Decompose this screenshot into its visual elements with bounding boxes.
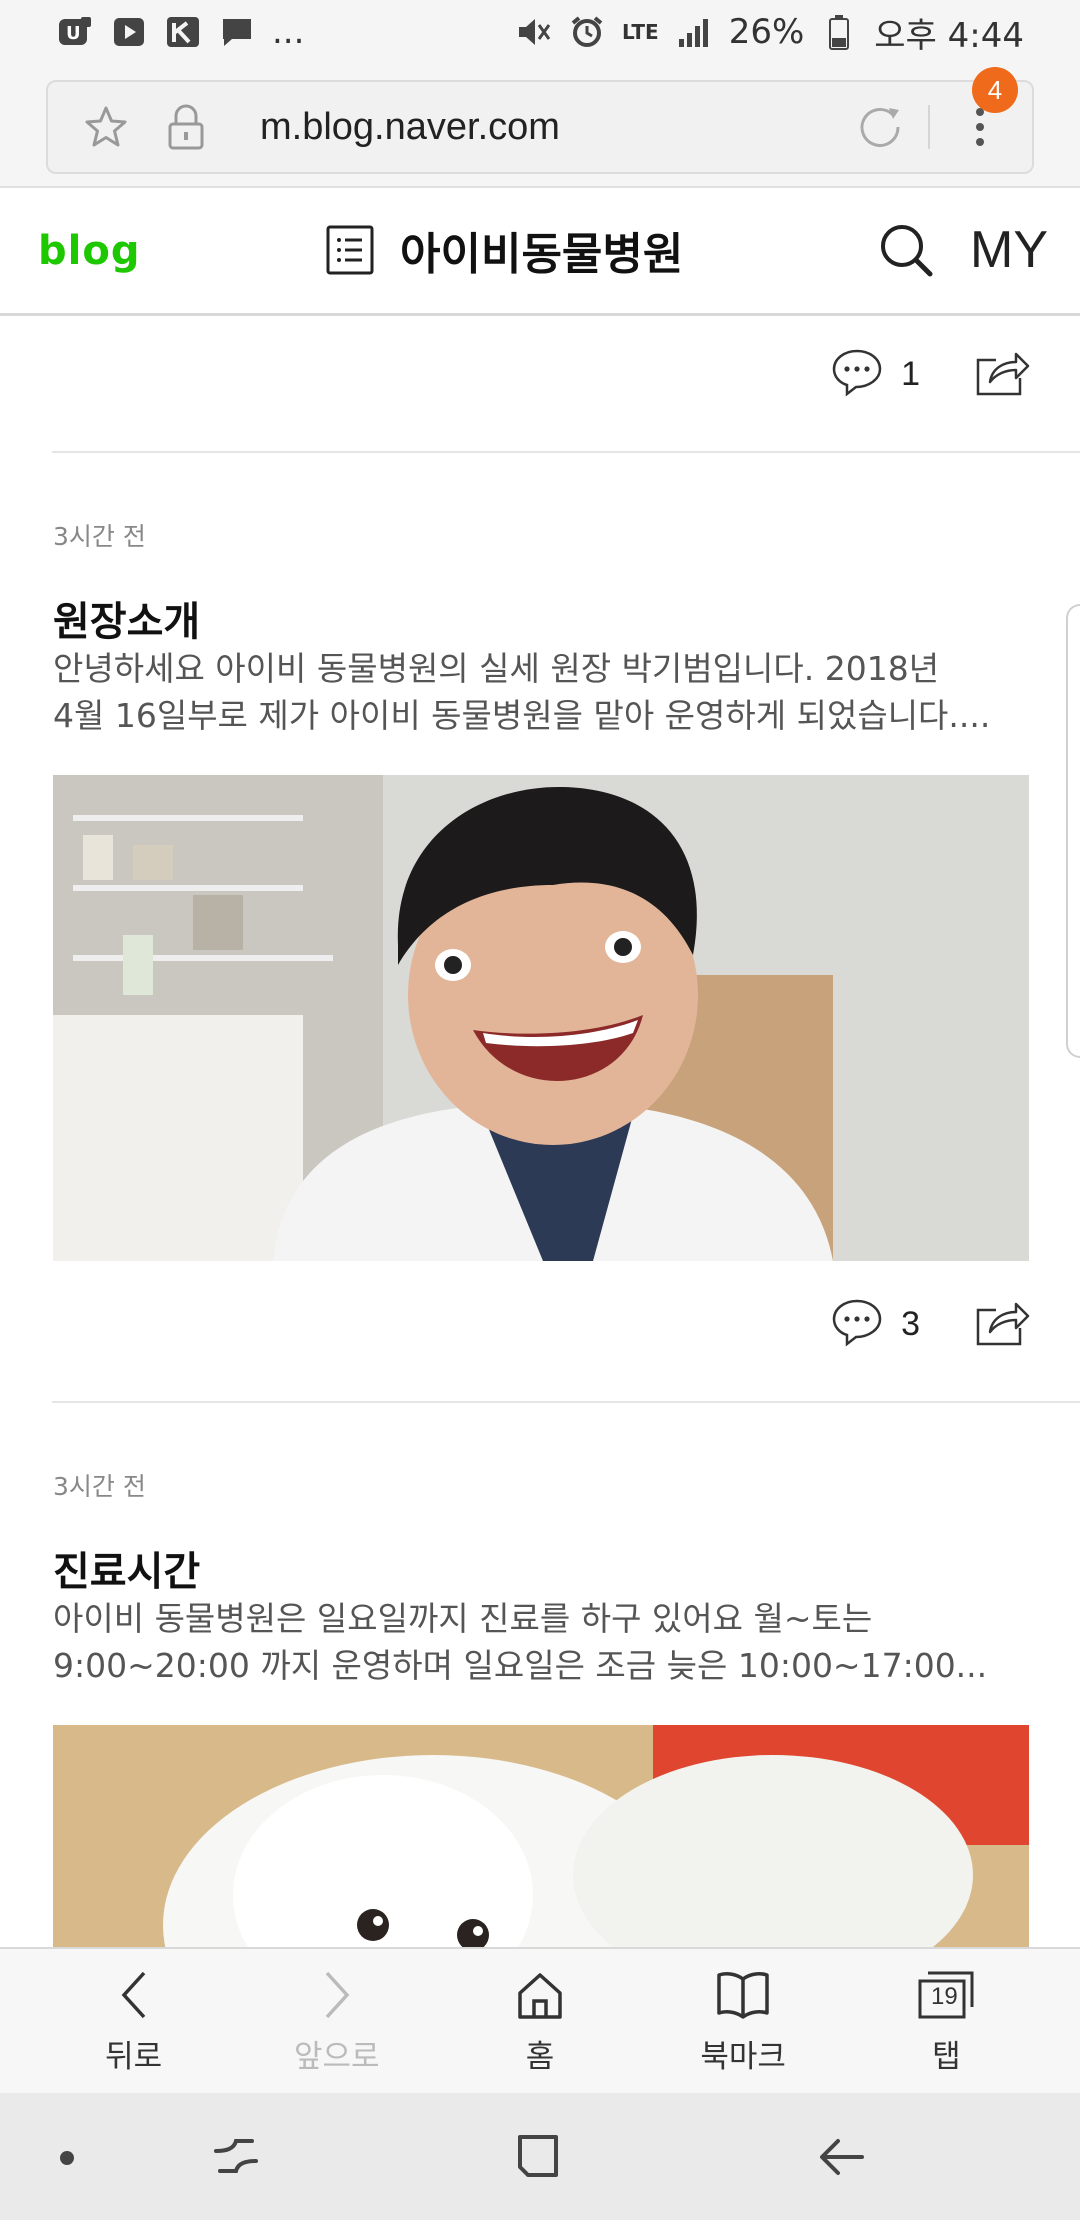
back-label: 뒤로 [105,2038,163,2075]
lock-icon[interactable] [156,97,216,157]
post-title[interactable]: 진료시간 [53,1539,200,1597]
my-button[interactable]: MY [970,220,1048,280]
browser-bottom-toolbar: 뒤로 앞으로 홈 북마크 19 탭 [0,1947,1080,2093]
post-excerpt-line: 아이비 동물병원은 일요일까지 진료를 하구 있어요 월~토는 [53,1599,873,1638]
share-icon[interactable] [974,346,1030,402]
home-icon [514,1967,566,2023]
forward-button[interactable]: 앞으로 [252,1967,422,2076]
scroll-handle[interactable] [1066,604,1080,1058]
status-right: LTE 26% 오후 4:44 [514,8,1024,57]
mute-icon [514,13,552,51]
chevron-right-icon [317,1967,357,2023]
notification-badge: 4 [972,67,1018,113]
post-thumbnail-photo[interactable] [53,775,1029,1261]
youtube-icon [110,13,148,51]
reload-icon[interactable] [850,97,910,157]
comment-button[interactable]: 3 [831,1297,920,1351]
post-excerpt[interactable]: 안녕하세요 아이비 동물병원의 실세 원장 박기범입니다. 2018년 4월 1… [53,645,1033,739]
home-button[interactable]: 홈 [455,1967,625,2076]
system-nav-bar [0,2093,1080,2220]
uplus-icon: U [56,13,94,51]
blog-title[interactable]: 아이비동물병원 [400,218,683,282]
signal-icon [675,13,713,51]
url-text[interactable]: m.blog.naver.com [260,106,850,149]
comment-count: 3 [901,1304,920,1343]
comment-icon[interactable] [831,1297,883,1351]
status-left: U ... [56,12,304,52]
svg-text:U: U [66,23,81,44]
search-icon[interactable] [878,222,934,278]
comment-count: 1 [901,354,920,393]
message-icon [218,13,256,51]
star-icon[interactable] [76,97,136,157]
nav-dot-icon[interactable] [60,2151,74,2165]
battery-icon [820,13,858,51]
tab-count: 19 [930,1982,958,2010]
home-label: 홈 [525,2038,555,2075]
tabs-button[interactable]: 19 탭 [861,1967,1031,2076]
post-actions: 1 [831,339,1030,409]
post-title[interactable]: 원장소개 [53,589,200,647]
home-square-icon[interactable] [508,2127,568,2187]
browser-toolbar: m.blog.naver.com 4 [0,64,1080,188]
clock: 오후 4:44 [874,15,1024,56]
menu-button[interactable]: 4 [950,67,1018,157]
forward-label: 앞으로 [294,2038,380,2075]
chevron-left-icon [114,1967,154,2023]
post-list: 1 3시간 전 원장소개 안녕하세요 아이비 동물병원의 실세 원장 박기범입니… [0,319,1080,1947]
back-button[interactable]: 뒤로 [49,1967,219,2076]
bookmark-label: 북마크 [700,2038,786,2075]
post-excerpt-line: 9:00~20:00 까지 운영하며 일요일은 조금 늦은 10:00~17:0… [53,1646,988,1685]
address-bar[interactable]: m.blog.naver.com 4 [46,67,1034,174]
blog-header: blog 아이비동물병원 MY [0,188,1080,316]
list-icon[interactable] [326,225,374,275]
blog-logo[interactable]: blog [38,228,140,274]
post-excerpt-line: 4월 16일부로 제가 아이비 동물병원을 맡아 운영하게 되었습니다.... [53,696,991,735]
status-more: ... [272,12,305,52]
blog-title-area[interactable]: 아이비동물병원 [326,218,683,282]
tabs-label: 탭 [932,2038,961,2075]
app-k-icon [164,13,202,51]
status-bar: U ... LTE 26% 오후 4:44 [0,0,1080,64]
tabs-icon: 19 [916,1967,976,2023]
comment-button[interactable]: 1 [831,347,920,401]
recents-icon[interactable] [206,2127,266,2187]
comment-icon[interactable] [831,347,883,401]
post-time: 3시간 전 [53,522,146,551]
alarm-icon [568,13,606,51]
book-icon [715,1967,771,2023]
post-excerpt[interactable]: 아이비 동물병원은 일요일까지 진료를 하구 있어요 월~토는 9:00~20:… [53,1595,1033,1689]
separator [928,105,930,149]
battery-percent: 26% [728,12,805,52]
post-excerpt-line: 안녕하세요 아이비 동물병원의 실세 원장 박기범입니다. 2018년 [53,649,940,688]
post-actions: 3 [831,1289,1030,1359]
post-time: 3시간 전 [53,1472,146,1501]
bookmark-button[interactable]: 북마크 [658,1967,828,2076]
back-arrow-icon[interactable] [812,2127,872,2187]
post-divider [52,1401,1080,1403]
post-thumbnail-photo[interactable] [53,1725,1029,1947]
network-type: LTE [621,20,659,44]
share-icon[interactable] [974,1296,1030,1352]
post-divider [52,451,1080,453]
